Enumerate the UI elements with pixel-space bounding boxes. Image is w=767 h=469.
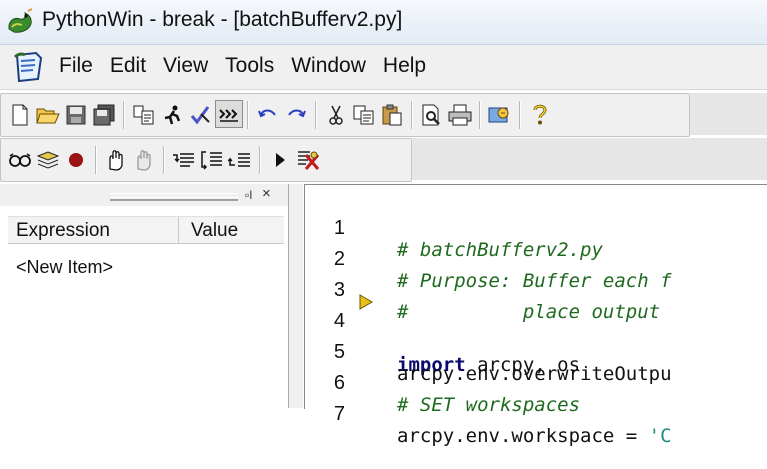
window-title: PythonWin - break - [batchBufferv2.py]	[42, 8, 403, 31]
step-over-icon[interactable]	[199, 147, 225, 173]
check-icon[interactable]	[187, 102, 213, 128]
column-header-value[interactable]: Value	[191, 220, 238, 242]
new-icon[interactable]	[7, 102, 33, 128]
code-line[interactable]: 6 # SET workspaces	[305, 350, 767, 416]
gripper[interactable]	[110, 197, 238, 201]
save-icon[interactable]	[63, 102, 89, 128]
toolbar-separator	[259, 146, 261, 174]
column-header-expression[interactable]: Expression	[16, 220, 110, 242]
menu-tools[interactable]: Tools	[225, 54, 274, 78]
save-all-icon[interactable]	[91, 102, 117, 128]
toolbar-separator	[163, 146, 165, 174]
step-in-icon[interactable]	[171, 147, 197, 173]
line-number: 7	[333, 403, 345, 425]
toolbar-separator	[411, 101, 413, 129]
menu-view[interactable]: View	[163, 54, 208, 78]
close-debugger-icon[interactable]	[295, 147, 321, 173]
toolbar-separator	[95, 146, 97, 174]
toolbar-background	[412, 138, 767, 180]
code-line[interactable]: 1 # batchBufferv2.py	[305, 195, 767, 261]
menu-help[interactable]: Help	[383, 54, 426, 78]
run-to-cursor-icon[interactable]	[267, 147, 293, 173]
indent-icon[interactable]	[215, 100, 243, 128]
pythonwin-logo-icon[interactable]	[6, 7, 36, 37]
go-icon[interactable]	[103, 147, 129, 173]
undo-icon[interactable]	[255, 102, 281, 128]
code-line[interactable]: 4 import arcpy, os	[305, 288, 767, 376]
toolbar-separator	[247, 101, 249, 129]
copy-special-icon[interactable]	[131, 102, 157, 128]
toolbar-separator	[479, 101, 481, 129]
stack-icon[interactable]	[35, 147, 61, 173]
cut-icon[interactable]	[323, 102, 349, 128]
watch-panel: ▫ǀ × Expression Value <New Item>	[0, 184, 289, 408]
copy-icon[interactable]	[351, 102, 377, 128]
toolbar-separator	[315, 101, 317, 129]
watch-grid-header: Expression Value	[8, 216, 284, 244]
menu-window[interactable]: Window	[291, 54, 366, 78]
breakpoint-icon[interactable]	[63, 147, 89, 173]
panel-title-bar[interactable]: ▫ǀ ×	[0, 184, 288, 206]
redo-icon[interactable]	[283, 102, 309, 128]
watch-icon[interactable]	[7, 147, 33, 173]
code-line[interactable]: 7 arcpy.env.workspace = 'C	[305, 381, 767, 447]
title-bar: PythonWin - break - [batchBufferv2.py]	[0, 0, 767, 45]
code-line[interactable]: 2 # Purpose: Buffer each f	[305, 226, 767, 292]
document-icon[interactable]	[12, 51, 46, 83]
menu-bar: File Edit View Tools Window Help	[0, 45, 767, 90]
toolbar-separator	[123, 101, 125, 129]
run-icon[interactable]	[159, 102, 185, 128]
debug-toolbar	[0, 138, 412, 182]
code-text[interactable]: arcpy.env.workspace =	[397, 425, 649, 447]
stop-icon[interactable]	[131, 147, 157, 173]
splitter[interactable]	[289, 184, 303, 408]
menu-edit[interactable]: Edit	[110, 54, 146, 78]
interactive-window-icon[interactable]	[487, 102, 513, 128]
code-line[interactable]: 3 # place output	[305, 257, 767, 323]
code-line[interactable]: 5 arcpy.env.overwriteOutpu	[305, 319, 767, 385]
menu-file[interactable]: File	[59, 54, 93, 78]
toolbar-background	[690, 93, 767, 135]
column-divider[interactable]	[178, 217, 179, 243]
pin-icon[interactable]: ▫ǀ	[245, 188, 252, 202]
close-icon[interactable]: ×	[262, 185, 271, 202]
step-out-icon[interactable]	[227, 147, 253, 173]
toolbar-separator	[519, 101, 521, 129]
main-toolbar	[0, 93, 690, 137]
open-icon[interactable]	[35, 102, 61, 128]
help-icon[interactable]	[527, 102, 553, 128]
print-preview-icon[interactable]	[419, 102, 445, 128]
code-editor[interactable]: 1 # batchBufferv2.py 2 # Purpose: Buffer…	[304, 184, 767, 447]
string-literal[interactable]: 'C	[649, 425, 672, 447]
paste-icon[interactable]	[379, 102, 405, 128]
current-line-marker-icon	[359, 294, 373, 310]
print-icon[interactable]	[447, 102, 473, 128]
new-watch-item[interactable]: <New Item>	[16, 257, 113, 278]
